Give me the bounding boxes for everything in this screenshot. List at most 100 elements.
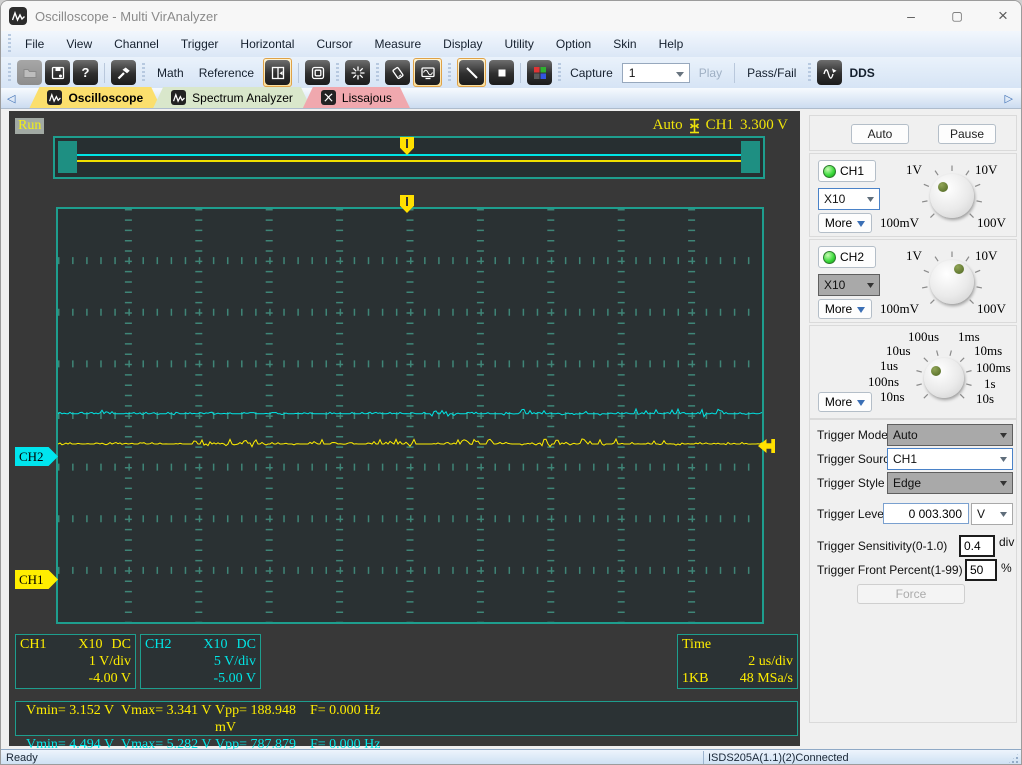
ch1-volts-knob[interactable] (930, 174, 974, 218)
menu-display[interactable]: Display (432, 33, 493, 55)
play-button[interactable]: Play (693, 62, 728, 84)
tab-lissajous[interactable]: Lissajous (303, 87, 410, 108)
reference-button[interactable]: Reference (193, 62, 260, 84)
trigger-mode-value: Auto (893, 428, 918, 442)
screen-wave-button[interactable] (413, 58, 442, 87)
help-icon[interactable]: ? (73, 60, 98, 85)
ch1-label: CH1 (840, 164, 864, 178)
ch1-control-group: CH1 X10 More 1V 10V 100mV 100V (809, 153, 1017, 237)
menu-option[interactable]: Option (545, 33, 602, 55)
trigger-level-icon (689, 118, 700, 134)
ch1-position-flag[interactable]: CH1 (15, 570, 58, 589)
ch2-probe-select[interactable]: X10 (818, 274, 880, 296)
stop-icon[interactable] (489, 60, 514, 85)
ch1-vmin: Vmin= 3.152 V (26, 702, 121, 736)
lissajous-icon (321, 90, 336, 105)
menu-horizontal[interactable]: Horizontal (229, 33, 305, 55)
ch1-more-button[interactable]: More (818, 213, 872, 233)
trigger-channel-readout: CH1 (706, 117, 734, 134)
chevron-down-icon (857, 307, 865, 317)
menu-channel[interactable]: Channel (103, 33, 170, 55)
tab-oscilloscope[interactable]: Oscilloscope (29, 87, 161, 108)
trigger-front-input[interactable] (965, 559, 997, 581)
trigger-style-select[interactable]: Edge (887, 472, 1013, 494)
toolbar-separator (298, 63, 299, 83)
save-icon[interactable] (45, 60, 70, 85)
menu-trigger[interactable]: Trigger (170, 33, 230, 55)
menu-view[interactable]: View (55, 33, 103, 55)
close-icon[interactable]: × (995, 6, 1011, 26)
ch1-scale: 1 V/div (20, 653, 131, 670)
trigger-mode-select[interactable]: Auto (887, 424, 1013, 446)
sensitivity-unit: div (999, 535, 1014, 549)
overview-right-handle[interactable] (741, 141, 760, 173)
color-palette-icon[interactable] (527, 60, 552, 85)
maximize-icon[interactable]: ▢ (949, 9, 965, 23)
tab-bar: ◁ Oscilloscope Spectrum Analyzer Lissajo… (1, 88, 1021, 109)
ch1-enable-button[interactable]: CH1 (818, 160, 876, 182)
split-view-button[interactable] (263, 58, 292, 87)
open-icon[interactable] (17, 60, 42, 85)
ch2-position-flag[interactable]: CH2 (15, 447, 58, 466)
trigger-source-select[interactable]: CH1 (887, 448, 1013, 470)
knob-label: 1us (880, 358, 898, 374)
dds-wave-icon[interactable] (817, 60, 842, 85)
knob-label: 10ms (974, 343, 1002, 359)
auto-button[interactable]: Auto (851, 124, 909, 144)
resize-grip[interactable] (1007, 752, 1020, 765)
toolbar-separator (520, 63, 521, 83)
toolbar: ? Math Reference (1, 57, 1021, 88)
ch1-offset: -4.00 V (20, 670, 131, 687)
capture-select[interactable]: 1 (622, 63, 690, 83)
waveform-icon (171, 90, 186, 105)
trigger-level-unit-select[interactable]: V (971, 503, 1013, 525)
passfail-button[interactable]: Pass/Fail (741, 62, 802, 84)
force-button[interactable]: Force (857, 584, 965, 604)
menu-utility[interactable]: Utility (494, 33, 545, 55)
tools-icon[interactable] (111, 60, 136, 85)
pause-button[interactable]: Pause (938, 124, 996, 144)
tab-spectrum-analyzer[interactable]: Spectrum Analyzer (153, 87, 311, 108)
sample-rate: 48 MSa/s (740, 670, 793, 687)
menu-help[interactable]: Help (648, 33, 695, 55)
window-controls: – ▢ × (903, 1, 1011, 31)
knob-indicator-dot (954, 264, 964, 274)
ch2-enable-button[interactable]: CH2 (818, 246, 876, 268)
ch1-probe-select[interactable]: X10 (818, 188, 880, 210)
app-window: Oscilloscope - Multi VirAnalyzer – ▢ × F… (0, 0, 1022, 765)
trigger-level-label: Trigger Level (817, 507, 887, 521)
device-icon[interactable] (385, 60, 410, 85)
ch2-control-group: CH2 X10 More 1V 10V 100mV 100V (809, 239, 1017, 323)
knob-indicator-dot (931, 366, 941, 376)
dds-label[interactable]: DDS (849, 66, 874, 80)
ch2-more-button[interactable]: More (818, 299, 872, 319)
center-icon[interactable] (345, 60, 370, 85)
menu-file[interactable]: File (14, 33, 55, 55)
toolbar-grip (376, 63, 379, 83)
line-style-button[interactable] (457, 58, 486, 87)
tabs-scroll-right-icon[interactable]: ▷ (1001, 92, 1017, 105)
trigger-source-value: CH1 (893, 452, 917, 466)
device-status: ISDS205A(1.1)(2)Connected (708, 752, 849, 764)
scope-display: Run Auto CH1 3.300 V CH2 CH1 (9, 111, 800, 746)
minimize-icon[interactable]: – (903, 11, 919, 21)
toolbar-grip (8, 63, 11, 83)
menu-cursor[interactable]: Cursor (305, 33, 363, 55)
status-bar: Ready ISDS205A(1.1)(2)Connected (1, 749, 1021, 765)
trigger-level-input[interactable] (883, 503, 969, 524)
ch2-volts-knob[interactable] (930, 260, 974, 304)
menu-skin[interactable]: Skin (602, 33, 647, 55)
math-button[interactable]: Math (151, 62, 190, 84)
trigger-front-label: Trigger Front Percent(1-99) (817, 563, 963, 577)
trigger-sensitivity-input[interactable] (959, 535, 995, 557)
knob-label: 10us (886, 343, 911, 359)
timebase-knob[interactable] (924, 358, 964, 398)
fullscreen-icon[interactable] (305, 60, 330, 85)
overview-left-handle[interactable] (58, 141, 77, 173)
tabs-scroll-left-icon[interactable]: ◁ (3, 92, 19, 105)
waveform-plot (56, 207, 764, 624)
toolbar-separator (734, 63, 735, 83)
menu-measure[interactable]: Measure (363, 33, 432, 55)
tab-label: Lissajous (342, 91, 392, 105)
time-title: Time (682, 637, 711, 652)
